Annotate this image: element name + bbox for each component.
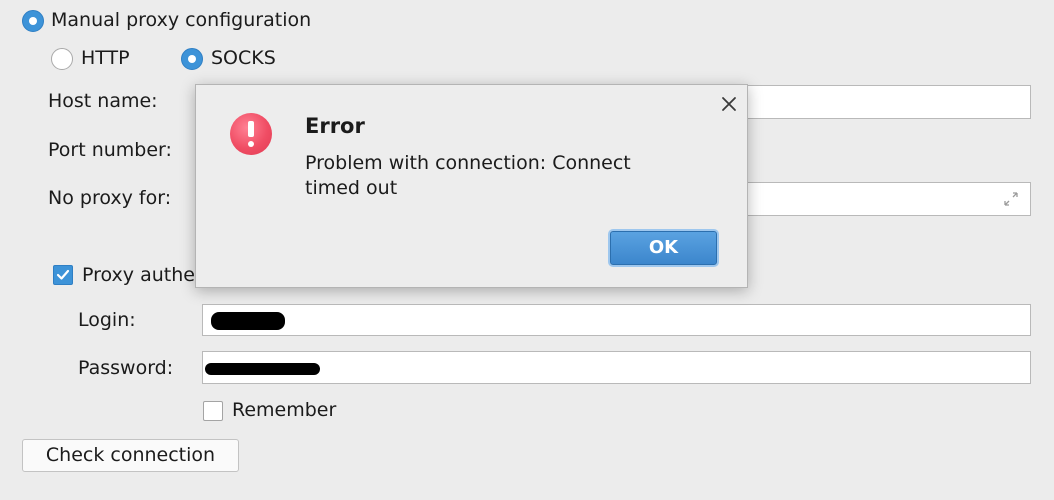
password-input[interactable] bbox=[202, 351, 1031, 384]
proxy-auth-label: Proxy authe bbox=[82, 264, 195, 286]
manual-proxy-label: Manual proxy configuration bbox=[51, 9, 312, 31]
socks-label: SOCKS bbox=[211, 47, 276, 69]
http-label: HTTP bbox=[81, 47, 130, 69]
close-icon[interactable] bbox=[720, 95, 738, 113]
proxy-auth-checkbox[interactable] bbox=[53, 265, 73, 285]
socks-radio[interactable] bbox=[181, 48, 203, 70]
dialog-title: Error bbox=[305, 114, 365, 138]
error-dialog: Error Problem with connection: Connect t… bbox=[195, 84, 748, 288]
ok-button[interactable]: OK bbox=[610, 231, 717, 265]
error-icon bbox=[230, 113, 272, 155]
password-redaction bbox=[205, 363, 320, 375]
expand-icon[interactable] bbox=[1003, 191, 1019, 207]
check-icon bbox=[56, 269, 70, 280]
host-name-label: Host name: bbox=[48, 90, 158, 112]
login-input[interactable] bbox=[202, 304, 1031, 336]
http-radio[interactable] bbox=[51, 48, 73, 70]
login-label: Login: bbox=[78, 309, 136, 331]
dialog-message-line2: timed out bbox=[305, 177, 398, 199]
password-label: Password: bbox=[78, 357, 174, 379]
no-proxy-label: No proxy for: bbox=[48, 187, 172, 209]
remember-label: Remember bbox=[232, 399, 337, 421]
check-connection-button[interactable]: Check connection bbox=[22, 439, 239, 472]
manual-proxy-radio[interactable] bbox=[22, 10, 44, 32]
port-number-label: Port number: bbox=[48, 139, 172, 161]
dialog-message-line1: Problem with connection: Connect bbox=[305, 152, 631, 174]
remember-checkbox[interactable] bbox=[203, 401, 223, 421]
login-redaction bbox=[211, 312, 285, 330]
